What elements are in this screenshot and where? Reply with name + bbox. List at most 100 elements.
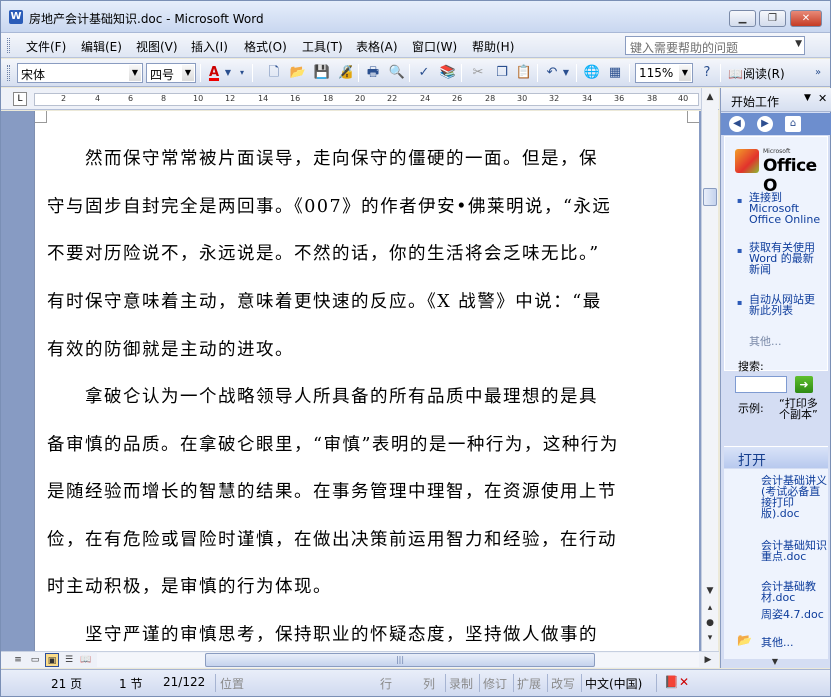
font-size-select[interactable]: 四号 ▼ [146,63,196,83]
open-icon[interactable]: 📂 [289,64,307,82]
scroll-right-icon[interactable]: ▶ [701,653,715,667]
menu-edit[interactable]: 编辑(E) [81,38,122,55]
text-line[interactable]: 然而保守常常被片面误导，走向保守的僵硬的一面。但是，保 [47,136,687,184]
text-line[interactable]: 时主动积极，是审慎的行为体现。 [47,564,687,612]
task-pane-close-icon[interactable]: ✕ [818,92,827,105]
search-go-button[interactable]: ➜ [795,376,813,393]
recent-file[interactable]: 周姿4.7.doc [761,609,827,620]
select-browse-object-icon[interactable]: ● [704,618,716,628]
next-page-icon[interactable]: ▾ [704,633,716,643]
text-line[interactable]: 有效的防御就是主动的进攻。 [47,327,687,375]
scroll-down-icon[interactable]: ▼ [704,586,716,596]
text-line[interactable]: 俭，在有危险或冒险时谨慎，在做出决策前运用智力和经验，在行动 [47,517,687,565]
print-layout-icon[interactable]: ▣ [45,653,59,667]
text-line[interactable]: 拿破仑认为一个战略领导人所具备的所有品质中最理想的是具 [47,374,687,422]
tab-selector[interactable]: L [13,92,27,106]
recent-file[interactable]: 会计基础讲义(考试必备直接打印版).doc [761,475,827,519]
text-line[interactable]: 有时保守意味着主动，意味着更快速的反应。《X 战警》中说：“最 [47,279,687,327]
ruler-strip[interactable]: 2 4 6 8 10 12 14 16 18 20 22 24 26 28 30… [34,93,699,106]
menu-tools[interactable]: 工具(T) [302,38,343,55]
spelling-status-icon[interactable]: 📕✕ [664,675,689,689]
text-line[interactable]: 不要对历险说不，永远说是。不然的话，你的生活将会乏味无比。” [47,231,687,279]
horizontal-scroll-thumb[interactable]: ||| [205,653,595,667]
read-mode-button[interactable]: 📖阅读(R) [728,65,785,82]
table-icon[interactable]: ▦ [606,64,624,82]
menu-file[interactable]: 文件(F) [26,38,66,55]
office-logo-small: Microsoft [763,148,791,155]
undo-dropdown-icon[interactable]: ▼ [561,64,571,82]
status-overtype[interactable]: 改写 [551,675,575,692]
print-icon[interactable]: 🖶 [364,64,382,82]
toolbar-options-icon[interactable]: ▾ [237,64,247,82]
reading-view-icon[interactable]: 📖 [79,653,93,667]
word-app-icon[interactable]: W [9,10,23,24]
minimize-button[interactable]: ▁ [729,10,756,27]
link-more[interactable]: 其他... [749,336,821,347]
link-auto-update[interactable]: 自动从网站更新此列表 [749,294,821,316]
menu-window[interactable]: 窗口(W) [412,38,457,55]
document-page[interactable]: 然而保守常常被片面误导，走向保守的僵硬的一面。但是，保 守与固步自封完全是两回事… [34,111,699,651]
task-pane-scroll-down-icon[interactable]: ▼ [720,657,830,667]
link-word-news[interactable]: 获取有关使用 Word 的最新新闻 [749,242,821,275]
vertical-scroll-thumb[interactable] [703,188,717,206]
horizontal-ruler: L 2 4 6 8 10 12 14 16 18 20 22 24 26 28 … [1,88,719,110]
web-layout-icon[interactable]: ▭ [28,653,42,667]
menu-table[interactable]: 表格(A) [356,38,398,55]
link-office-online[interactable]: 连接到 Microsoft Office Online [749,192,821,225]
toolbar-separator [537,64,538,82]
toolbar-separator [409,64,410,82]
forward-icon[interactable]: ▶ [757,116,773,132]
hyperlink-icon[interactable]: 🌐 [583,64,601,82]
font-name-select[interactable]: 宋体 ▼ [17,63,143,83]
status-language[interactable]: 中文(中国) [585,675,642,692]
home-icon[interactable]: ⌂ [785,116,801,132]
normal-view-icon[interactable]: ≡ [11,653,25,667]
recent-file[interactable]: 会计基础知识重点.doc [761,540,827,562]
research-icon[interactable]: 📚 [439,64,457,82]
menu-view[interactable]: 视图(V) [136,38,178,55]
help-question-input[interactable]: 键入需要帮助的问题 ▼ [625,36,805,55]
font-color-dropdown-icon[interactable]: ▼ [223,64,233,82]
text-line[interactable]: 备审慎的品质。在拿破仑眼里，“审慎”表明的是一种行为，这种行为 [47,422,687,470]
recent-file[interactable]: 会计基础教材.doc [761,581,827,603]
copy-icon[interactable]: ❐ [493,64,511,82]
task-pane-title[interactable]: 开始工作 [731,93,779,110]
back-icon[interactable]: ◀ [729,116,745,132]
undo-icon[interactable]: ↶ [543,64,561,82]
vertical-scrollbar[interactable]: ▲ ▼ ▴ ● ▾ [701,88,718,651]
close-button[interactable]: ✕ [790,10,822,27]
status-track-changes[interactable]: 修订 [483,675,507,692]
cut-icon[interactable]: ✂ [469,64,487,82]
help-icon[interactable]: ? [698,64,716,82]
outline-view-icon[interactable]: ☰ [62,653,76,667]
task-pane-dropdown-icon[interactable]: ▼ [804,93,811,103]
permission-icon[interactable]: 🔏 [337,64,355,82]
text-line[interactable]: 坚守严谨的审慎思考，保持职业的怀疑态度，坚持做人做事的 [47,612,687,651]
menu-help[interactable]: 帮助(H) [472,38,514,55]
menu-insert[interactable]: 插入(I) [191,38,228,55]
toolbar-grip[interactable] [7,65,10,81]
chevron-down-icon: ▼ [679,65,691,81]
maximize-button[interactable]: ❐ [759,10,786,27]
status-record[interactable]: 录制 [449,675,473,692]
print-preview-icon[interactable]: 🔍 [388,64,406,82]
font-color-button[interactable]: A [205,64,223,82]
menu-format[interactable]: 格式(O) [244,38,287,55]
save-icon[interactable]: 💾 [313,64,331,82]
status-section: 1 节 [119,677,143,691]
example-text[interactable]: “打印多个副本” [779,398,827,420]
new-icon[interactable]: 🗋 [265,64,283,82]
zoom-select[interactable]: 115% ▼ [635,63,693,83]
menu-grip[interactable] [7,38,10,53]
spelling-icon[interactable]: ✓ [415,64,433,82]
open-more-link[interactable]: 其他... [761,637,827,648]
status-extend[interactable]: 扩展 [517,675,541,692]
help-dropdown-icon[interactable]: ▼ [795,39,802,49]
toolbar-more-icon[interactable]: » [809,64,827,82]
text-line[interactable]: 守与固步自封完全是两回事。《007》的作者伊安•佛莱明说，“永远 [47,184,687,232]
text-line[interactable]: 是随经验而增长的智慧的结果。在事务管理中理智，在资源使用上节 [47,469,687,517]
previous-page-icon[interactable]: ▴ [704,603,716,613]
paste-icon[interactable]: 📋 [515,64,533,82]
scroll-up-icon[interactable]: ▲ [704,92,716,102]
search-input[interactable] [735,376,787,393]
